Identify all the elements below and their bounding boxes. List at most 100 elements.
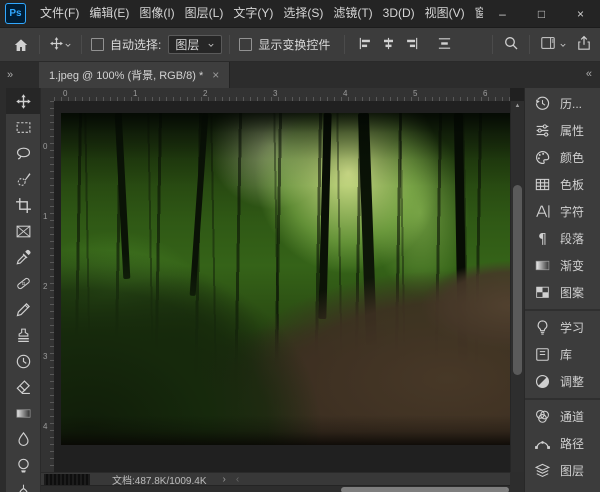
eyedropper-icon xyxy=(15,249,32,266)
adjustments-icon xyxy=(534,373,551,390)
menu-item-0[interactable]: 文件(F) xyxy=(35,0,84,27)
align-right-button[interactable] xyxy=(404,36,419,54)
show-transform-checkbox[interactable] xyxy=(239,38,252,51)
ruler-tick-label: 3 xyxy=(273,89,277,98)
align-right-icon xyxy=(404,36,419,51)
main-area: 0123456 01234 xyxy=(0,88,600,492)
horizontal-scroll-thumb[interactable] xyxy=(341,487,509,492)
panel-tab-color[interactable]: 颜色 xyxy=(525,144,600,171)
menu-item-3[interactable]: 图层(L) xyxy=(180,0,229,27)
scroll-right-icon[interactable]: › xyxy=(505,484,508,492)
panel-tab-libraries[interactable]: 库 xyxy=(525,341,600,368)
workspace-button[interactable] xyxy=(540,35,556,54)
canvas-photo xyxy=(61,113,510,445)
panel-group-1: 学习库调整 xyxy=(525,309,600,395)
tool-move[interactable] xyxy=(6,88,40,114)
tool-eyedropper[interactable] xyxy=(6,244,40,270)
tool-crop[interactable] xyxy=(6,192,40,218)
tool-quick-selection[interactable] xyxy=(6,166,40,192)
panel-tab-learn[interactable]: 学习 xyxy=(525,314,600,341)
search-button[interactable] xyxy=(503,35,519,54)
align-center-button[interactable] xyxy=(381,36,396,54)
panel-group-0: 历...属性颜色色板字符¶段落渐变图案 xyxy=(525,90,600,306)
status-arrow-left[interactable]: ‹ xyxy=(236,474,239,485)
zoom-field[interactable] xyxy=(44,474,90,485)
menu-item-5[interactable]: 选择(S) xyxy=(278,0,328,27)
tool-frame[interactable] xyxy=(6,218,40,244)
tools-expand-toggle[interactable]: » xyxy=(0,62,39,88)
pen-icon xyxy=(15,483,32,492)
horizontal-scrollbar[interactable]: › xyxy=(41,485,510,492)
tool-gradient[interactable] xyxy=(6,400,40,426)
tool-pen[interactable] xyxy=(6,478,40,492)
tab-close-icon[interactable]: × xyxy=(212,68,219,82)
vertical-scrollbar[interactable]: ▲ xyxy=(510,101,524,472)
ruler-vertical: 01234 xyxy=(41,101,55,472)
panel-tab-properties[interactable]: 属性 xyxy=(525,117,600,144)
minimize-button[interactable]: – xyxy=(483,0,522,27)
close-button[interactable]: × xyxy=(561,0,600,27)
status-arrow-right[interactable]: › xyxy=(223,474,226,485)
tool-brush[interactable] xyxy=(6,296,40,322)
panel-tab-paragraph[interactable]: ¶段落 xyxy=(525,225,600,252)
eraser-icon xyxy=(15,379,32,396)
ruler-tick-label: 1 xyxy=(43,212,47,221)
menu-item-7[interactable]: 3D(D) xyxy=(378,0,420,27)
ruler-tick-label: 3 xyxy=(43,352,47,361)
document-tab[interactable]: 1.jpeg @ 100% (背景, RGB/8) * × xyxy=(39,62,230,88)
tool-dodge[interactable] xyxy=(6,452,40,478)
tool-clone-stamp[interactable] xyxy=(6,322,40,348)
menu-item-2[interactable]: 图像(I) xyxy=(134,0,179,27)
tool-eraser[interactable] xyxy=(6,374,40,400)
menu-item-6[interactable]: 滤镜(T) xyxy=(328,0,377,27)
distribute-button[interactable] xyxy=(437,36,452,54)
tool-rectangular-marquee[interactable] xyxy=(6,114,40,140)
panel-tab-paths[interactable]: 路径 xyxy=(525,430,600,457)
photo-layer-bottom xyxy=(61,415,510,445)
home-button[interactable] xyxy=(10,37,32,53)
menu-item-8[interactable]: 视图(V) xyxy=(420,0,470,27)
maximize-button[interactable]: □ xyxy=(522,0,561,27)
ruler-tick-label: 4 xyxy=(343,89,347,98)
move-tool-preset[interactable] xyxy=(49,36,72,54)
ruler-horizontal: 0123456 xyxy=(54,88,510,102)
photoshop-window: Ps 文件(F)编辑(E)图像(I)图层(L)文字(Y)选择(S)滤镜(T)3D… xyxy=(0,0,600,492)
menu-item-4[interactable]: 文字(Y) xyxy=(228,0,278,27)
layers-icon xyxy=(534,462,551,479)
vertical-scroll-thumb[interactable] xyxy=(513,185,522,375)
auto-select-dropdown[interactable]: 图层 xyxy=(168,35,222,54)
share-icon xyxy=(576,35,592,51)
search-group xyxy=(485,35,592,54)
panel-tab-pattern[interactable]: 图案 xyxy=(525,279,600,306)
panel-tab-channels[interactable]: 通道 xyxy=(525,403,600,430)
tool-smudge[interactable] xyxy=(6,426,40,452)
tool-history-brush[interactable] xyxy=(6,348,40,374)
auto-select-checkbox[interactable] xyxy=(91,38,104,51)
scroll-up-icon[interactable]: ▲ xyxy=(511,103,524,109)
share-button[interactable] xyxy=(576,35,592,54)
learn-icon xyxy=(534,319,551,336)
panel-tab-history[interactable]: 历... xyxy=(525,90,600,117)
panel-tab-label: 渐变 xyxy=(560,257,584,274)
panel-tab-adjustments[interactable]: 调整 xyxy=(525,368,600,395)
menu-item-1[interactable]: 编辑(E) xyxy=(84,0,134,27)
panel-collapse-toggle[interactable]: « xyxy=(586,68,592,80)
document-viewport[interactable] xyxy=(54,101,510,472)
auto-select-value: 图层 xyxy=(175,36,199,53)
document-tab-title: 1.jpeg @ 100% (背景, RGB/8) * xyxy=(49,67,203,83)
separator xyxy=(492,35,493,54)
ruler-tick-label: 4 xyxy=(43,422,47,431)
frame-icon xyxy=(15,223,32,240)
panel-tab-layers[interactable]: 图层 xyxy=(525,457,600,484)
panel-tab-swatches[interactable]: 色板 xyxy=(525,171,600,198)
panel-tab-character[interactable]: 字符 xyxy=(525,198,600,225)
tool-spot-healing-brush[interactable] xyxy=(6,270,40,296)
align-left-button[interactable] xyxy=(358,36,373,54)
chevron-down-icon xyxy=(559,38,567,52)
pattern-icon xyxy=(534,284,551,301)
align-center-icon xyxy=(381,36,396,51)
tool-lasso[interactable] xyxy=(6,140,40,166)
tab-bar: » 1.jpeg @ 100% (背景, RGB/8) * × « xyxy=(0,62,600,88)
panel-tab-gradient-panel[interactable]: 渐变 xyxy=(525,252,600,279)
separator xyxy=(344,35,345,54)
